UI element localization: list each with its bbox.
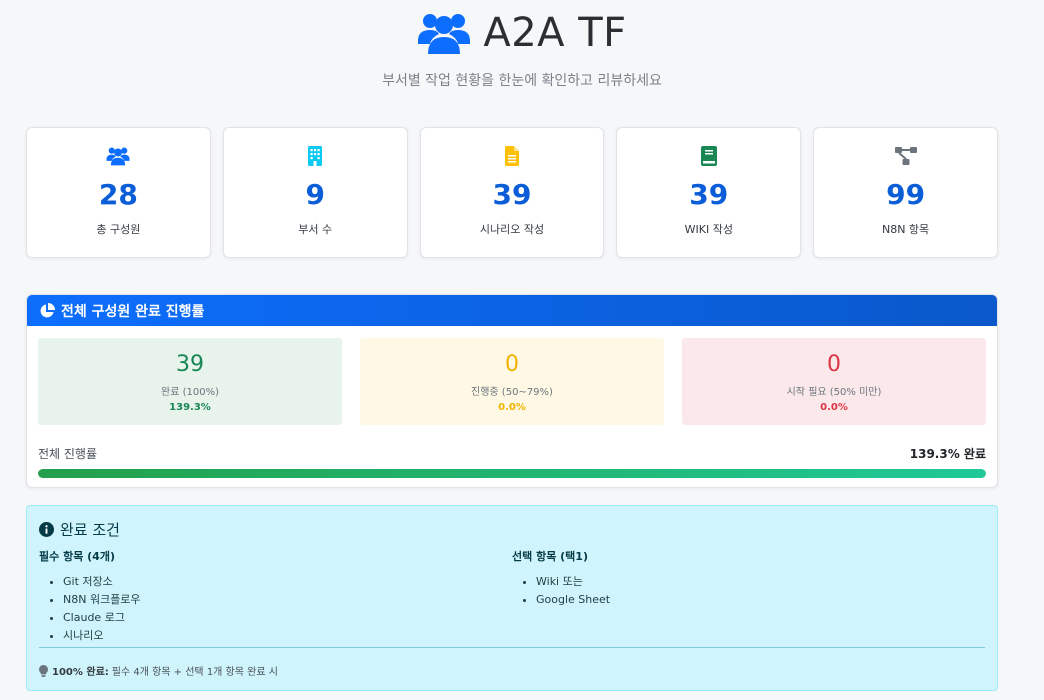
required-column: 필수 항목 (4개) Git 저장소 N8N 워크플로우 Claude 로그 시… (39, 548, 512, 645)
lightbulb-icon (39, 664, 48, 677)
stat-value: 28 (98, 178, 138, 211)
stat-value: 39 (492, 178, 532, 211)
conditions-header: 완료 조건 (27, 506, 997, 540)
page-title: A2A TF (483, 10, 627, 56)
diagram-icon (894, 147, 917, 165)
stat-value: 39 (689, 178, 729, 211)
list-item: Google Sheet (536, 591, 985, 609)
overall-progress-row: 전체 진행률 139.3% 완료 (27, 425, 997, 462)
stat-card-members: 28 총 구성원 (26, 127, 211, 258)
divider (39, 647, 985, 648)
progress-title: 전체 구성원 완료 진행률 (61, 303, 205, 320)
title-row: A2A TF (0, 8, 1044, 58)
completion-note-bold: 100% 완료: (52, 667, 109, 678)
stat-card-wiki: 39 WIKI 작성 (616, 127, 802, 258)
conditions-columns: 필수 항목 (4개) Git 저장소 N8N 워크플로우 Claude 로그 시… (27, 540, 997, 645)
required-title: 필수 항목 (4개) (39, 550, 115, 563)
stat-value: 9 (305, 178, 325, 211)
stat-card-departments: 9 부서 수 (222, 127, 408, 258)
completed-percent: 139.3% (169, 402, 211, 413)
pie-chart-icon (40, 302, 55, 317)
progress-boxes: 39 완료 (100%) 139.3% 0 진행중 (50~79%) 0.0% … (27, 326, 997, 425)
info-circle-icon (39, 522, 54, 537)
list-item: Claude 로그 (63, 609, 512, 627)
optional-column: 선택 항목 (택1) Wiki 또는 Google Sheet (512, 548, 985, 645)
in-progress-percent: 0.0% (498, 402, 526, 413)
users-icon (418, 14, 471, 54)
completion-note-text: 필수 4개 항목 + 선택 1개 항목 완료 시 (111, 667, 278, 678)
document-icon (504, 146, 519, 166)
book-icon (700, 146, 717, 166)
not-started-count: 0 (827, 352, 841, 377)
optional-title: 선택 항목 (택1) (512, 550, 588, 563)
in-progress-box: 0 진행중 (50~79%) 0.0% (360, 338, 664, 425)
building-icon (308, 146, 323, 166)
page-header: A2A TF 부서별 작업 현황을 한눈에 확인하고 리뷰하세요 (0, 0, 1044, 90)
stat-value: 99 (886, 178, 926, 211)
stat-label: 부서 수 (298, 223, 333, 236)
optional-list: Wiki 또는 Google Sheet (512, 573, 985, 609)
list-item: 시나리오 (63, 627, 512, 645)
completed-box: 39 완료 (100%) 139.3% (38, 338, 342, 425)
not-started-percent: 0.0% (820, 402, 848, 413)
completion-conditions-card: 완료 조건 필수 항목 (4개) Git 저장소 N8N 워크플로우 Claud… (26, 505, 998, 691)
overall-progress-value: 139.3% 완료 (909, 447, 986, 461)
not-started-box: 0 시작 필요 (50% 미만) 0.0% (682, 338, 986, 425)
completion-note: 100% 완료: 필수 4개 항목 + 선택 1개 항목 완료 시 (39, 663, 278, 678)
completed-count: 39 (176, 352, 204, 377)
stat-card-n8n: 99 N8N 항목 (813, 127, 998, 258)
in-progress-label: 진행중 (50~79%) (471, 387, 553, 398)
list-item: Wiki 또는 (536, 573, 985, 591)
list-item: N8N 워크플로우 (63, 591, 512, 609)
stat-card-scenarios: 39 시나리오 작성 (419, 127, 605, 258)
conditions-title: 완료 조건 (60, 521, 120, 539)
completed-label: 완료 (100%) (161, 387, 219, 398)
progress-card: 전체 구성원 완료 진행률 39 완료 (100%) 139.3% 0 진행중 … (26, 294, 998, 488)
progress-header: 전체 구성원 완료 진행률 (27, 295, 997, 326)
stat-label: N8N 항목 (881, 223, 930, 236)
list-item: Git 저장소 (63, 573, 512, 591)
stat-label: 총 구성원 (96, 223, 141, 236)
page-subtitle: 부서별 작업 현황을 한눈에 확인하고 리뷰하세요 (382, 73, 662, 89)
in-progress-count: 0 (505, 352, 519, 377)
users-icon (106, 147, 130, 166)
required-list: Git 저장소 N8N 워크플로우 Claude 로그 시나리오 (39, 573, 512, 645)
not-started-label: 시작 필요 (50% 미만) (786, 387, 882, 398)
stats-row: 28 총 구성원 9 부서 수 39 시나리오 작성 39 WIKI 작성 99… (26, 127, 998, 258)
overall-progress-bar (38, 469, 986, 478)
stat-label: WIKI 작성 (684, 223, 733, 236)
overall-progress-label: 전체 진행률 (38, 447, 98, 461)
overall-progress-fill (38, 469, 986, 478)
stat-label: 시나리오 작성 (479, 223, 545, 236)
